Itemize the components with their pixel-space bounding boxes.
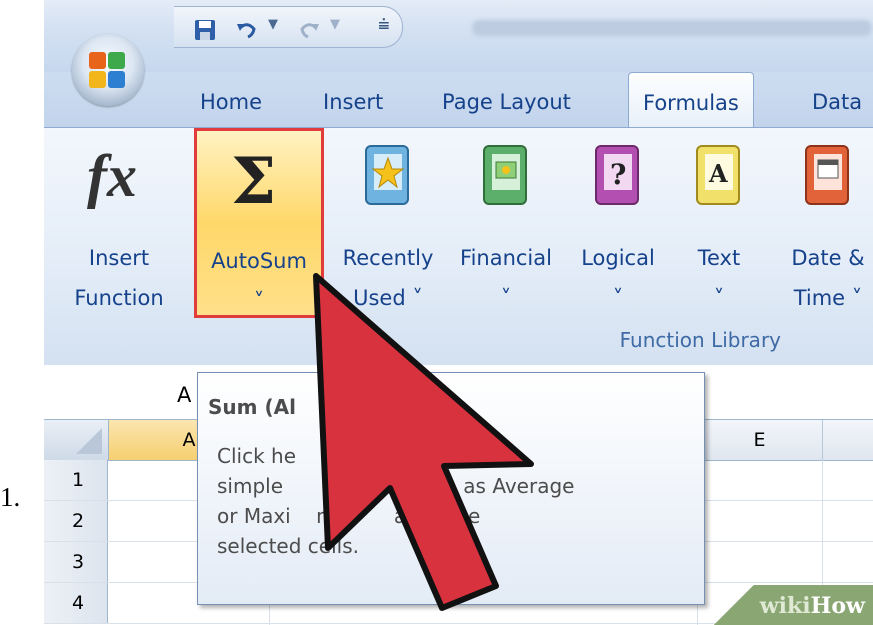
list-number: 1.: [0, 482, 21, 512]
excel-screenshot: ▼ ▼ ⩧ Home Insert Page Layout Formulas D…: [44, 0, 873, 625]
pointer-cursor-icon: [313, 273, 534, 611]
